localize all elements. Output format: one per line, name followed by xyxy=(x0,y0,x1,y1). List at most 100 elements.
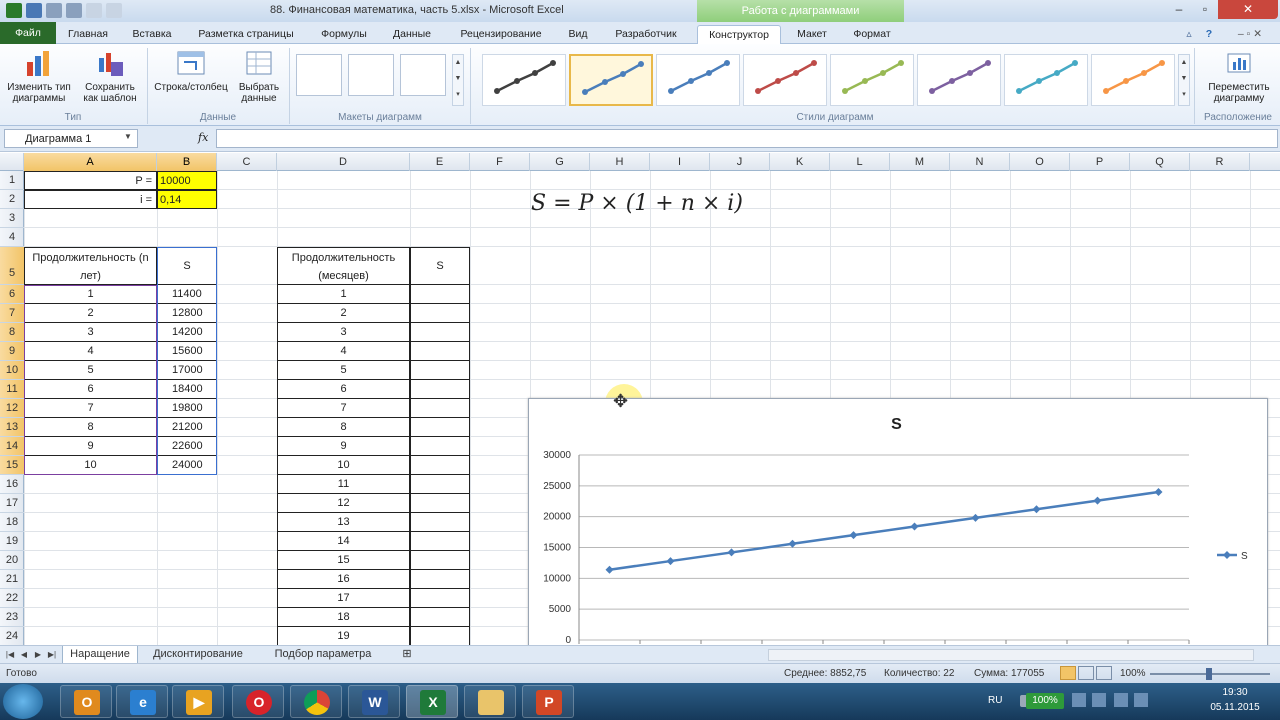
column-header-D[interactable]: D xyxy=(277,153,410,171)
table1-header-s[interactable]: S xyxy=(157,247,217,285)
start-button[interactable] xyxy=(3,684,43,719)
change-chart-type-button[interactable]: Изменить тип диаграммы xyxy=(4,48,74,104)
chart-style-2[interactable] xyxy=(569,54,653,106)
table2-s-cell[interactable] xyxy=(410,494,470,513)
cell-i-label[interactable]: i = xyxy=(24,190,157,209)
table2-s-cell[interactable] xyxy=(410,456,470,475)
normal-view-icon[interactable] xyxy=(1060,666,1076,680)
column-header-A[interactable]: A xyxy=(24,153,157,171)
row-header-10[interactable]: 10 xyxy=(0,361,24,380)
row-header-22[interactable]: 22 xyxy=(0,589,24,608)
taskbar-word[interactable]: W xyxy=(348,685,400,718)
close-button[interactable]: ✕ xyxy=(1218,0,1278,19)
flag-icon[interactable] xyxy=(1092,693,1106,707)
column-header-C[interactable]: C xyxy=(217,153,277,171)
volume-icon[interactable] xyxy=(1134,693,1148,707)
tab-format[interactable]: Формат xyxy=(844,25,900,44)
row-header-9[interactable]: 9 xyxy=(0,342,24,361)
sheet-tab-accrual[interactable]: Наращение xyxy=(62,646,138,664)
formula-image[interactable]: S = P × (1 + n × i) xyxy=(531,191,743,216)
table2-n-cell[interactable]: 19 xyxy=(277,627,410,645)
new-sheet-icon[interactable]: ⊞ xyxy=(396,646,418,664)
table2-n-cell[interactable]: 5 xyxy=(277,361,410,380)
cell-i-value[interactable]: 0,14 xyxy=(157,190,217,209)
row-header-3[interactable]: 3 xyxy=(0,209,24,228)
styles-more-button[interactable]: ▲ ▼ ▾ xyxy=(1178,54,1190,106)
select-all-corner[interactable] xyxy=(0,153,24,171)
column-header-B[interactable]: B xyxy=(157,153,217,171)
taskbar-chrome[interactable] xyxy=(290,685,342,718)
table1-s-cell[interactable]: 17000 xyxy=(157,361,217,380)
tab-layout[interactable]: Макет xyxy=(786,25,838,44)
row-header-6[interactable]: 6 xyxy=(0,285,24,304)
table2-n-cell[interactable]: 4 xyxy=(277,342,410,361)
table2-s-cell[interactable] xyxy=(410,627,470,645)
row-header-21[interactable]: 21 xyxy=(0,570,24,589)
column-header-M[interactable]: M xyxy=(890,153,950,171)
table2-header-s[interactable]: S xyxy=(410,247,470,285)
row-header-24[interactable]: 24 xyxy=(0,627,24,646)
table2-s-cell[interactable] xyxy=(410,399,470,418)
tab-formulas[interactable]: Формулы xyxy=(312,25,376,44)
table2-s-cell[interactable] xyxy=(410,361,470,380)
new-file-icon[interactable] xyxy=(106,3,122,18)
signal-icon[interactable] xyxy=(1114,693,1128,707)
table1-s-cell[interactable]: 18400 xyxy=(157,380,217,399)
column-header-N[interactable]: N xyxy=(950,153,1010,171)
table2-n-cell[interactable]: 3 xyxy=(277,323,410,342)
table1-n-cell[interactable]: 4 xyxy=(24,342,157,361)
next-sheet-icon[interactable]: ▶ xyxy=(32,649,44,661)
row-header-15[interactable]: 15 xyxy=(0,456,24,475)
minimize-ribbon-icon[interactable]: ▵ xyxy=(1180,25,1198,44)
row-header-2[interactable]: 2 xyxy=(0,190,24,209)
row-header-8[interactable]: 8 xyxy=(0,323,24,342)
tab-insert[interactable]: Вставка xyxy=(126,25,178,44)
table1-s-cell[interactable]: 11400 xyxy=(157,285,217,304)
table1-s-cell[interactable]: 24000 xyxy=(157,456,217,475)
column-header-R[interactable]: R xyxy=(1190,153,1250,171)
row-header-19[interactable]: 19 xyxy=(0,532,24,551)
chart-style-4[interactable] xyxy=(743,54,827,106)
formula-input[interactable] xyxy=(216,129,1278,148)
taskbar-media[interactable]: ▶ xyxy=(172,685,224,718)
column-header-L[interactable]: L xyxy=(830,153,890,171)
taskbar-powerpoint[interactable]: P xyxy=(522,685,574,718)
row-header-7[interactable]: 7 xyxy=(0,304,24,323)
table1-n-cell[interactable]: 7 xyxy=(24,399,157,418)
row-header-14[interactable]: 14 xyxy=(0,437,24,456)
horizontal-scrollbar[interactable] xyxy=(768,649,1254,661)
taskbar-opera[interactable]: O xyxy=(232,685,284,718)
tab-developer[interactable]: Разработчик xyxy=(606,25,686,44)
table2-n-cell[interactable]: 16 xyxy=(277,570,410,589)
chevron-down-icon[interactable]: ▼ xyxy=(124,132,132,141)
row-header-23[interactable]: 23 xyxy=(0,608,24,627)
table2-s-cell[interactable] xyxy=(410,418,470,437)
tab-page-layout[interactable]: Разметка страницы xyxy=(190,25,302,44)
table2-s-cell[interactable] xyxy=(410,570,470,589)
taskbar-outlook[interactable]: O xyxy=(60,685,112,718)
row-header-5[interactable]: 5 xyxy=(0,247,24,285)
first-sheet-icon[interactable]: |◀ xyxy=(4,649,16,661)
chart-layout-1[interactable] xyxy=(296,54,342,96)
chart-layout-2[interactable] xyxy=(348,54,394,96)
table1-s-cell[interactable]: 21200 xyxy=(157,418,217,437)
table2-n-cell[interactable]: 11 xyxy=(277,475,410,494)
column-header-E[interactable]: E xyxy=(410,153,470,171)
table2-n-cell[interactable]: 1 xyxy=(277,285,410,304)
table2-n-cell[interactable]: 13 xyxy=(277,513,410,532)
row-header-13[interactable]: 13 xyxy=(0,418,24,437)
network-icon[interactable] xyxy=(1072,693,1086,707)
row-header-4[interactable]: 4 xyxy=(0,228,24,247)
cell-p-value[interactable]: 10000 xyxy=(157,171,217,190)
help-icon[interactable]: ? xyxy=(1200,25,1218,44)
table2-s-cell[interactable] xyxy=(410,380,470,399)
last-sheet-icon[interactable]: ▶| xyxy=(46,649,58,661)
sheet-tab-discounting[interactable]: Дисконтирование xyxy=(142,646,254,664)
insert-function-icon[interactable]: fx xyxy=(198,131,208,144)
row-header-16[interactable]: 16 xyxy=(0,475,24,494)
table2-s-cell[interactable] xyxy=(410,608,470,627)
minimize-button[interactable]: – xyxy=(1166,0,1192,19)
prev-sheet-icon[interactable]: ◀ xyxy=(18,649,30,661)
column-header-Q[interactable]: Q xyxy=(1130,153,1190,171)
table1-n-cell[interactable]: 10 xyxy=(24,456,157,475)
